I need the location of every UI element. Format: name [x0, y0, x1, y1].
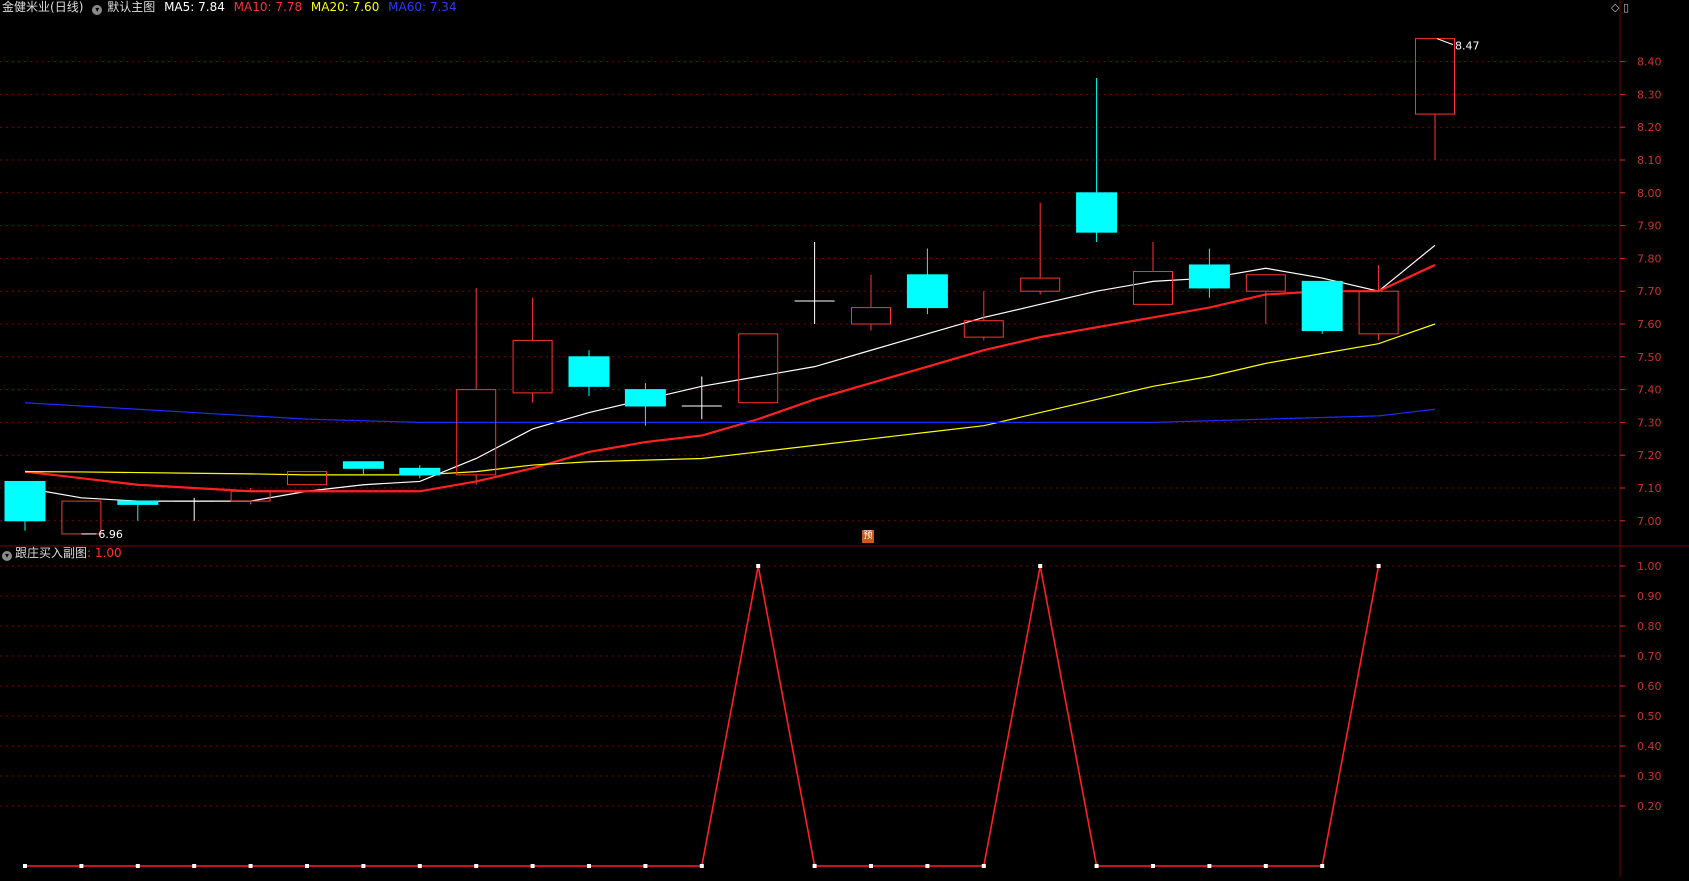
- candle: [342, 461, 384, 469]
- indicator-point: [417, 864, 422, 868]
- y-tick-label: 8.30: [1637, 88, 1662, 101]
- y-tick-label: 8.00: [1637, 187, 1662, 200]
- indicator-point: [925, 864, 930, 868]
- sub-y-tick-label: 0.50: [1637, 710, 1662, 723]
- ma-line-ma20: [24, 323, 1436, 476]
- y-tick-label: 7.00: [1637, 515, 1662, 528]
- candle: [1358, 290, 1399, 335]
- ma5-label: MA5: 7.84: [164, 0, 225, 14]
- low-label: 6.96: [98, 528, 123, 541]
- indicator-point: [361, 864, 366, 868]
- indicator-point: [530, 864, 535, 868]
- indicator-point: [474, 864, 479, 868]
- y-tick-label: 8.40: [1637, 56, 1662, 69]
- sub-y-tick-label: 0.70: [1637, 650, 1662, 663]
- indicator-point: [869, 864, 873, 868]
- y-tick-label: 8.10: [1637, 154, 1662, 167]
- candle: [1188, 264, 1230, 289]
- candle: [1076, 192, 1118, 233]
- indicator-point: [23, 864, 27, 868]
- y-tick-label: 7.70: [1637, 285, 1662, 298]
- indicator-point: [1263, 864, 1268, 868]
- sub-chart-title[interactable]: 跟庄买入副图: [15, 546, 87, 560]
- forecast-marker[interactable]: 预: [862, 530, 874, 543]
- indicator-point: [305, 864, 309, 868]
- ma20-label: MA20: 7.60: [310, 0, 380, 14]
- candle: [624, 389, 666, 407]
- sub-y-tick-label: 0.20: [1637, 800, 1662, 813]
- candle: [1415, 38, 1455, 115]
- stock-name[interactable]: 金健米业: [2, 0, 50, 14]
- y-tick-label: 7.40: [1637, 384, 1662, 397]
- high-label: 8.47: [1455, 40, 1480, 53]
- candle: [399, 467, 441, 476]
- template-name[interactable]: 默认主图: [107, 0, 155, 14]
- indicator-point: [79, 864, 84, 868]
- y-tick-label: 8.20: [1637, 121, 1662, 134]
- indicator-point: [981, 864, 986, 868]
- sub-y-tick-label: 0.90: [1637, 590, 1662, 603]
- toolbar-icons: ◇ ▯: [1611, 1, 1629, 14]
- candle: [1133, 271, 1173, 305]
- candle: [738, 333, 779, 404]
- kline-chart[interactable]: 8.40 8.30 8.20 8.10 8.00 7.90 7.80 7.70 7.60 7.50…: [0, 0, 1689, 877]
- chevron-down-icon[interactable]: ▾: [92, 5, 103, 15]
- y-tick-label: 7.20: [1637, 449, 1662, 462]
- sub-y-tick-label: 0.80: [1637, 620, 1662, 633]
- candle: [230, 490, 271, 502]
- sub-y-tick-label: 0.40: [1637, 740, 1662, 753]
- sub-chart-header: ▾ 跟庄买入副图: 1.00: [2, 546, 122, 562]
- candle: [61, 500, 102, 535]
- indicator-point: [1320, 864, 1325, 868]
- indicator-point: [1376, 564, 1381, 568]
- indicator-point: [587, 864, 591, 868]
- ma60-label: MA60: 7.34: [388, 0, 457, 14]
- ma-line-ma60: [24, 402, 1436, 423]
- chart-canvas[interactable]: 8.40 8.30 8.20 8.10 8.00 7.90 7.80 7.70 7.60 7.50…: [0, 0, 1689, 877]
- diamond-icon[interactable]: ◇: [1611, 1, 1619, 14]
- indicator-point: [248, 864, 253, 868]
- main-chart-header: 金健米业(日线) ▾ 默认主图 MA5: 7.84 MA10: 7.78 MA20…: [2, 0, 462, 16]
- sub-y-tick-label: 0.30: [1637, 770, 1662, 783]
- y-tick-label: 7.10: [1637, 482, 1662, 495]
- candle: [851, 307, 891, 325]
- indicator-point: [1207, 864, 1212, 868]
- chevron-down-icon[interactable]: ▾: [2, 551, 12, 561]
- window-icon[interactable]: ▯: [1623, 1, 1629, 14]
- sub-y-tick-label: 1.00: [1637, 560, 1662, 573]
- indicator-point: [756, 564, 761, 568]
- candle: [456, 389, 497, 476]
- candle: [117, 500, 159, 505]
- indicator-point: [1151, 864, 1155, 868]
- indicator-point: [1038, 564, 1043, 568]
- candle: [568, 356, 610, 387]
- y-tick-label: 7.30: [1637, 416, 1662, 429]
- indicator-point: [135, 864, 140, 868]
- ma10-label: MA10: 7.78: [233, 0, 303, 14]
- sub-chart-value: : 1.00: [87, 546, 122, 560]
- candle: [287, 471, 327, 486]
- period-label: (日线): [50, 0, 84, 14]
- candle: [512, 339, 553, 394]
- y-tick-label: 7.80: [1637, 252, 1662, 265]
- candle: [906, 274, 948, 309]
- indicator-point: [699, 864, 704, 868]
- sub-y-tick-label: 0.60: [1637, 680, 1662, 693]
- indicator-point: [192, 864, 197, 868]
- candle: [963, 320, 1004, 338]
- high-pointer: [1436, 38, 1454, 46]
- y-tick-label: 7.90: [1637, 220, 1662, 233]
- ma-line-ma10: [24, 263, 1436, 493]
- indicator-point: [643, 864, 648, 868]
- indicator-point: [812, 864, 817, 868]
- y-tick-label: 7.60: [1637, 318, 1662, 331]
- candle: [1020, 277, 1061, 292]
- candle: [1301, 280, 1343, 332]
- indicator-point: [1094, 864, 1099, 868]
- y-tick-label: 7.50: [1637, 351, 1662, 364]
- candle: [1245, 274, 1286, 292]
- candle: [4, 480, 46, 522]
